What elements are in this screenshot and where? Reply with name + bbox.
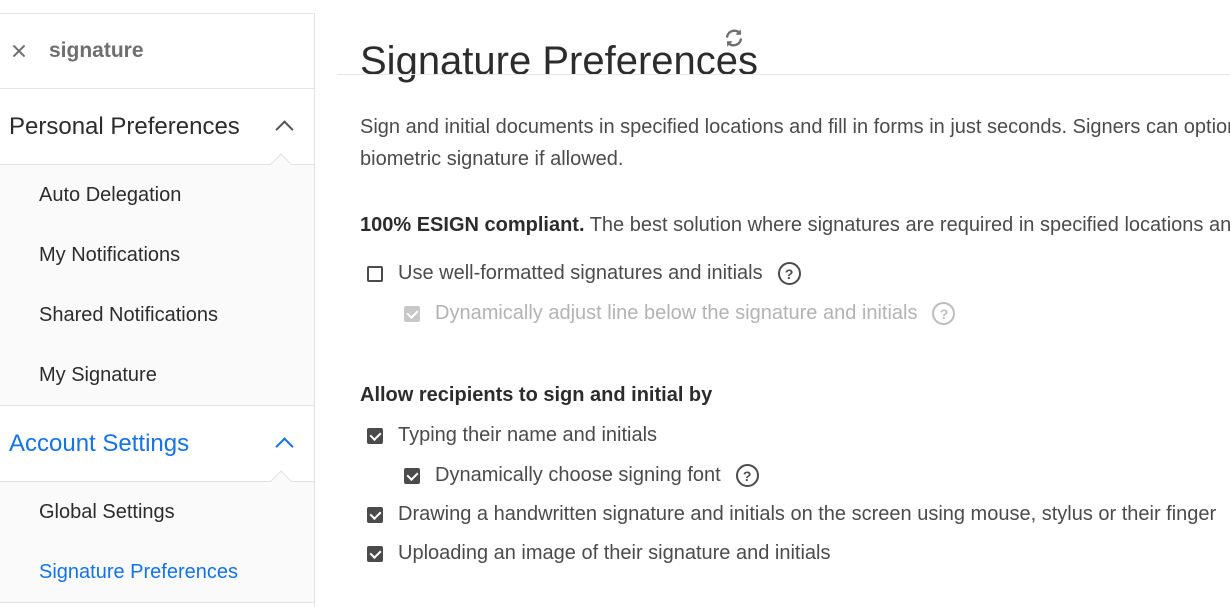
close-icon[interactable] — [11, 43, 27, 59]
help-icon[interactable]: ? — [777, 262, 801, 285]
section-personal-preferences[interactable]: Personal Preferences — [0, 89, 314, 165]
checkbox-uploading[interactable] — [367, 545, 383, 562]
sidebar-item-my-notifications[interactable]: My Notifications — [0, 225, 314, 285]
sidebar-item-shared-notifications[interactable]: Shared Notifications — [0, 285, 314, 345]
checkbox-signing-font[interactable] — [404, 467, 420, 484]
sidebar-item-global-settings[interactable]: Global Settings — [0, 482, 314, 542]
chevron-up-icon[interactable] — [275, 120, 294, 139]
option-label: Uploading an image of their signature an… — [398, 542, 831, 564]
checkbox-typing[interactable] — [367, 427, 383, 444]
chevron-up-icon[interactable] — [275, 437, 294, 456]
refresh-icon[interactable] — [723, 27, 745, 49]
option-label: Typing their name and initials — [398, 424, 658, 446]
option-drawing: Drawing a handwritten signature and init… — [367, 503, 1216, 526]
sidebar-item-my-signature[interactable]: My Signature — [0, 345, 314, 405]
intro-text-line2: biometric signature if allowed. — [360, 148, 624, 170]
help-icon[interactable]: ? — [735, 464, 759, 487]
esign-bold: 100% ESIGN compliant. — [360, 214, 585, 236]
title-divider — [337, 74, 1230, 75]
checkbox-dynamic-line[interactable] — [404, 305, 420, 322]
page-title: Signature Preferences — [360, 38, 759, 83]
checkbox-drawing[interactable] — [367, 506, 383, 523]
esign-rest: The best solution where signatures are r… — [584, 214, 1230, 236]
search-input[interactable] — [49, 39, 249, 63]
sidebar-item-signature-preferences[interactable]: Signature Preferences — [0, 542, 314, 602]
esign-statement: 100% ESIGN compliant. The best solution … — [360, 214, 1230, 237]
intro-text-line1: Sign and initial documents in specified … — [360, 116, 1230, 138]
help-icon[interactable]: ? — [932, 302, 956, 325]
option-label: Use well-formatted signatures and initia… — [398, 262, 763, 284]
option-dynamic-line: Dynamically adjust line below the signat… — [404, 302, 956, 325]
section-pointer — [268, 468, 294, 482]
option-signing-font: Dynamically choose signing font ? — [404, 464, 759, 487]
option-uploading: Uploading an image of their signature an… — [367, 542, 831, 565]
option-label: Dynamically adjust line below the signat… — [435, 302, 918, 324]
section-pointer — [268, 151, 294, 165]
personal-preferences-list: Auto Delegation My Notifications Shared … — [0, 165, 314, 406]
account-settings-list: Global Settings Signature Preferences — [0, 482, 314, 603]
settings-sidebar: Personal Preferences Auto Delegation My … — [0, 13, 315, 607]
section-account-settings[interactable]: Account Settings — [0, 406, 314, 482]
sidebar-item-auto-delegation[interactable]: Auto Delegation — [0, 165, 314, 225]
option-label: Dynamically choose signing font — [435, 464, 721, 486]
section-title: Personal Preferences — [9, 112, 240, 140]
option-well-formatted: Use well-formatted signatures and initia… — [367, 262, 801, 285]
allow-heading: Allow recipients to sign and initial by — [360, 384, 713, 406]
checkbox-well-formatted[interactable] — [367, 265, 383, 282]
search-row — [0, 14, 314, 89]
option-label: Drawing a handwritten signature and init… — [398, 503, 1217, 525]
option-typing: Typing their name and initials — [367, 424, 657, 447]
section-title: Account Settings — [9, 429, 190, 457]
